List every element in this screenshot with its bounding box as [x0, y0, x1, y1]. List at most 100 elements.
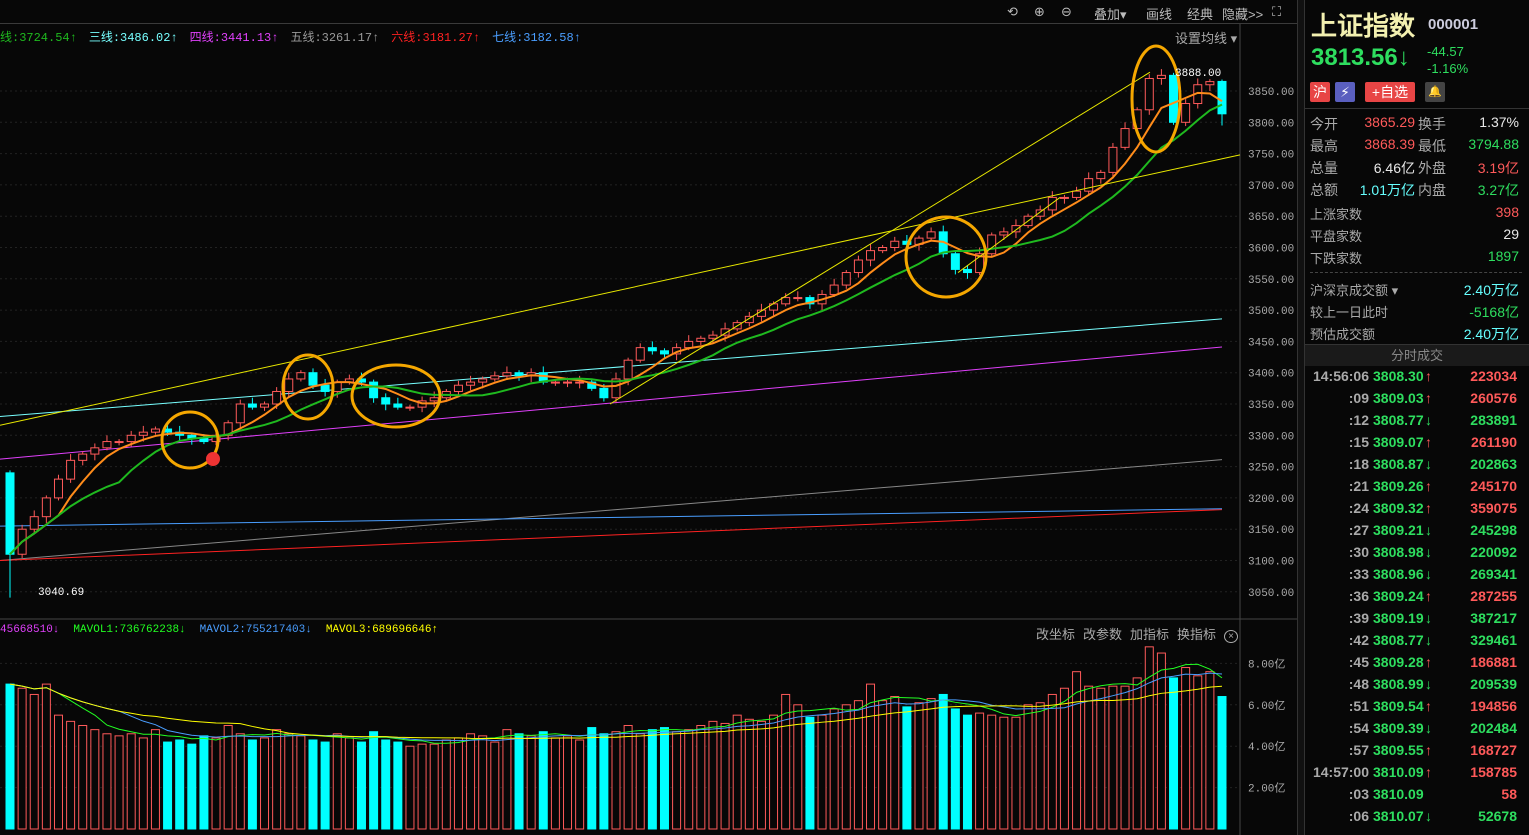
candle — [1059, 194, 1069, 204]
turnover-label: 较上一日此时 — [1310, 305, 1389, 320]
flash-icon[interactable]: ⚡ — [1335, 82, 1355, 102]
trade-volume: 283891 — [1470, 412, 1517, 428]
candle — [247, 397, 257, 410]
candle-body — [1096, 171, 1106, 180]
volume-axis-label: 8.00亿 — [1248, 657, 1285, 671]
candle — [150, 426, 160, 435]
volume-bar — [490, 741, 500, 830]
volume-bar — [393, 741, 403, 830]
zoom-out-icon[interactable]: ⊖ — [1061, 4, 1072, 20]
volume-bar — [1096, 687, 1106, 830]
price-axis-label: 3850.00 — [1248, 87, 1294, 99]
trade-time: 14:57:00 — [1312, 764, 1369, 780]
draw-line-button[interactable]: 画线 — [1146, 4, 1172, 23]
candle-body — [1072, 190, 1082, 198]
close-indicator-icon[interactable]: × — [1224, 630, 1238, 643]
stat-value: 1.37% — [1479, 114, 1519, 130]
candle-body — [272, 390, 282, 405]
trade-price: 3809.03 — [1373, 390, 1424, 406]
volume-bar — [538, 731, 548, 830]
candle — [793, 291, 803, 302]
candle-body — [599, 387, 609, 399]
volume-bar — [878, 700, 888, 830]
volume-bar — [793, 704, 803, 830]
volume-tool-button[interactable]: 换指标 — [1177, 627, 1216, 642]
price-axis-label: 3650.00 — [1248, 212, 1294, 224]
breadth-row: 平盘家数 29 — [1305, 226, 1529, 248]
add-watchlist-button[interactable]: +自选 — [1365, 82, 1415, 102]
trade-time: :39 — [1348, 610, 1369, 626]
volume-tool-button[interactable]: 加指标 — [1130, 627, 1169, 642]
trades-list[interactable]: 14:56:06 3808.30 ↑ 223034:09 3809.03 ↑ 260576:… — [1305, 368, 1529, 830]
volume-bar — [708, 720, 718, 830]
candle-body — [126, 434, 136, 443]
volume-bar — [1108, 685, 1118, 830]
volume-tool-button[interactable]: 改坐标 — [1036, 627, 1075, 642]
trade-price: 3809.55 — [1373, 742, 1424, 758]
volume-bar — [453, 737, 463, 830]
trade-time: :27 — [1348, 522, 1369, 538]
chart-toolbar: ⟲ ⊕ ⊖ 叠加▾ 画线 经典 隐藏>> ⛶ — [0, 0, 1297, 24]
stat-label: 内盘 — [1418, 182, 1446, 198]
volume-bar — [284, 733, 294, 830]
candle-body — [1181, 103, 1191, 123]
volume-bar — [587, 727, 597, 830]
volume-bar — [126, 733, 136, 830]
candle — [5, 470, 15, 598]
kline-chart[interactable]: 3850.00 3800.00 3750.00 3700.00 3650.00 3600.… — [0, 24, 1297, 835]
candle — [514, 370, 524, 381]
volume-bar — [441, 739, 451, 830]
candle-body — [78, 453, 88, 461]
turnover-row: 预估成交额 2.40万亿 — [1305, 324, 1529, 346]
volume-bar — [102, 733, 112, 830]
trade-volume: 52678 — [1478, 808, 1517, 824]
breadth-label: 平盘家数 — [1310, 229, 1363, 244]
overlay-button[interactable]: 叠加▾ — [1094, 4, 1127, 23]
volume-bar — [1193, 675, 1203, 830]
trade-price: 3810.07 — [1373, 808, 1424, 824]
price-axis-label: 3200.00 — [1248, 494, 1294, 506]
volume-tool-button[interactable]: 改参数 — [1083, 627, 1122, 642]
turnover-row: 沪深京成交额 ▾ 2.40万亿 — [1305, 280, 1529, 302]
price-axis-label: 3550.00 — [1248, 275, 1294, 287]
trade-price: 3808.77 — [1373, 632, 1424, 648]
volume-bar — [1011, 716, 1021, 830]
trade-volume: 220092 — [1470, 544, 1517, 560]
candle-body — [102, 441, 112, 449]
candle-body — [1035, 209, 1045, 217]
market-badge[interactable]: 沪 — [1310, 82, 1330, 102]
candle — [41, 495, 51, 523]
arrow-up-icon: ↑ — [1425, 390, 1432, 406]
trade-time: :18 — [1348, 456, 1369, 472]
candle — [393, 397, 403, 410]
undo-icon[interactable]: ⟲ — [1007, 4, 1018, 20]
candle — [405, 404, 415, 411]
candle-body — [41, 497, 51, 518]
volume-bar — [405, 745, 415, 830]
volume-bar — [599, 733, 609, 830]
panel-splitter[interactable] — [1297, 0, 1305, 835]
highlight-circle — [904, 215, 988, 299]
volume-bar — [744, 718, 754, 830]
turnover-value: 2.40万亿 — [1463, 282, 1519, 298]
candle-body — [308, 372, 318, 386]
fullscreen-icon[interactable]: ⛶ — [1272, 4, 1281, 20]
stat-label: 今开 — [1310, 116, 1338, 132]
volume-bar — [769, 714, 779, 830]
trades-title[interactable]: 分时成交 — [1305, 344, 1529, 366]
ma10-line — [9, 103, 1223, 555]
price-axis-label: 3300.00 — [1248, 431, 1294, 443]
zoom-in-icon[interactable]: ⊕ — [1034, 4, 1045, 20]
arrow-up-icon: ↑ — [1425, 368, 1432, 384]
volume-bar — [987, 714, 997, 830]
hide-button[interactable]: 隐藏>> — [1222, 4, 1263, 23]
classic-button[interactable]: 经典 — [1187, 4, 1213, 23]
volume-bar — [575, 739, 585, 830]
volume-bar — [78, 725, 88, 830]
trade-time: :33 — [1348, 566, 1369, 582]
volume-bar — [890, 696, 900, 830]
trade-volume: 260576 — [1470, 390, 1517, 406]
candle — [987, 232, 997, 258]
candle-body — [5, 472, 15, 555]
alert-bell-icon[interactable]: 🔔 — [1425, 82, 1445, 102]
